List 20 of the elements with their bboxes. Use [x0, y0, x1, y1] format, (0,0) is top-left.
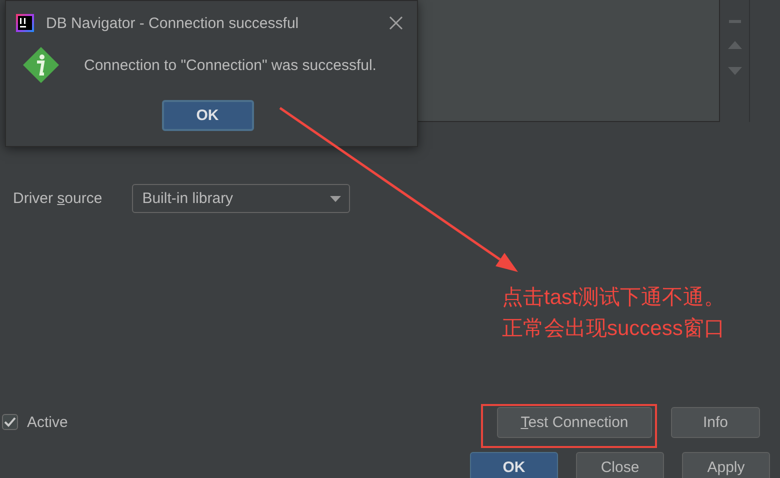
ok-button[interactable]: OK [470, 452, 558, 478]
annotation-text: 正常会出现success窗口 [502, 316, 725, 342]
app-logo-icon [16, 14, 34, 32]
close-icon[interactable] [389, 16, 403, 30]
test-connection-button[interactable]: Test Connection [497, 406, 652, 438]
info-icon [22, 46, 60, 84]
move-down-icon[interactable] [728, 67, 742, 75]
dialog-title: DB Navigator - Connection successful [46, 14, 300, 32]
close-button[interactable]: Close [576, 452, 664, 478]
annotation-text: 点击tast测试下通不通。 [502, 285, 725, 310]
driver-source-label: Driver source [13, 190, 102, 207]
driver-source-dropdown[interactable]: Built-in library [132, 184, 350, 213]
dialog-message: Connection to "Connection" was successful. [84, 56, 376, 74]
apply-button[interactable]: Apply [682, 452, 770, 478]
active-label: Active [27, 414, 68, 430]
move-up-icon[interactable] [728, 41, 742, 49]
ok-button[interactable]: OK [162, 100, 254, 131]
caret-icon [330, 196, 342, 202]
info-button[interactable]: Info [671, 406, 760, 438]
active-checkbox[interactable] [2, 414, 18, 430]
